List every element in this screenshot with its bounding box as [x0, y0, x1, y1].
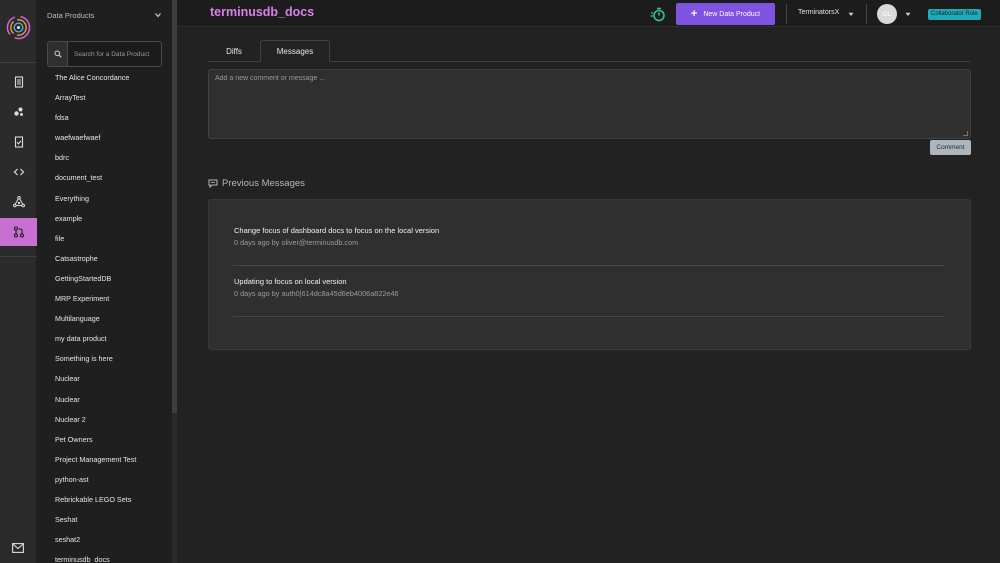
- data-product-list: The Alice Concordance ArrayTest fdsa waefwa…: [55, 72, 170, 563]
- resize-handle-icon[interactable]: [963, 131, 968, 136]
- sidebar-item[interactable]: Catsastrophe: [55, 253, 170, 273]
- chevron-down-icon[interactable]: [154, 11, 162, 19]
- sidebar-item[interactable]: MRP Experiment: [55, 293, 170, 313]
- sidebar-item[interactable]: waefwaefwaef: [55, 132, 170, 152]
- sidebar-item[interactable]: Seshat: [55, 514, 170, 534]
- sidebar-header[interactable]: Data Products: [47, 11, 95, 20]
- comment-button[interactable]: Comment: [930, 140, 971, 155]
- avatar-caret-icon[interactable]: [905, 12, 911, 17]
- code-icon: [13, 168, 24, 176]
- sidebar-item[interactable]: The Alice Concordance: [55, 72, 170, 92]
- data-product-search: [47, 41, 162, 67]
- sidebar-item[interactable]: Something is here: [55, 353, 170, 373]
- sidebar-item[interactable]: file: [55, 233, 170, 253]
- message-title: Updating to focus on local version: [234, 277, 347, 286]
- message-meta: 0 days ago by oliver@terminusdb.com: [234, 238, 359, 247]
- stopwatch-icon[interactable]: [650, 6, 666, 22]
- sidebar-item[interactable]: ArrayTest: [55, 92, 170, 112]
- sidebar-item[interactable]: bdrc: [55, 152, 170, 172]
- role-badge: Collaborator Role: [928, 9, 981, 20]
- rail-divider: [0, 256, 37, 257]
- previous-messages-heading: Previous Messages: [208, 178, 305, 189]
- sidebar-item[interactable]: Rebrickable LEGO Sets: [55, 494, 170, 514]
- topbar-divider: [786, 4, 787, 24]
- tab-messages[interactable]: Messages: [260, 40, 330, 62]
- tab-diffs[interactable]: Diffs: [208, 40, 260, 62]
- new-data-product-button[interactable]: + New Data Product: [676, 3, 775, 25]
- plus-icon: +: [690, 7, 698, 20]
- rail-divider: [0, 62, 37, 63]
- network-icon: [12, 196, 25, 208]
- app-window: Data Products The Alice ConcordanceArray…: [0, 0, 1000, 563]
- team-caret-icon[interactable]: [848, 12, 854, 17]
- sidebar-item[interactable]: Pet Owners: [55, 434, 170, 454]
- sidebar-item[interactable]: my data product: [55, 333, 170, 353]
- rail-item-query[interactable]: [0, 158, 37, 186]
- sidebar-item[interactable]: Project Management Test: [55, 454, 170, 474]
- message-meta: 0 days ago by auth0|614dc8a45d6eb4006a82…: [234, 289, 399, 298]
- rail-item-changes[interactable]: [0, 128, 37, 156]
- messages-card: [208, 199, 971, 350]
- sidebar-item[interactable]: Multilanguage: [55, 313, 170, 333]
- search-input[interactable]: [74, 49, 160, 60]
- page-title: terminusdb_docs: [210, 5, 315, 19]
- sidebar-scrollbar-thumb[interactable]: [172, 0, 177, 413]
- terminusdb-logo-icon[interactable]: [6, 15, 31, 40]
- mail-icon[interactable]: [12, 543, 24, 553]
- sidebar-item[interactable]: Nuclear 2: [55, 414, 170, 434]
- message-title: Change focus of dashboard docs to focus …: [234, 226, 440, 235]
- sidebar-item[interactable]: example: [55, 213, 170, 233]
- comment-textarea[interactable]: [215, 75, 963, 133]
- checklist-icon: [14, 136, 23, 148]
- rail-item-graph[interactable]: [0, 98, 37, 126]
- sidebar-item[interactable]: GettingStartedDB: [55, 273, 170, 293]
- sidebar-item[interactable]: fdsa: [55, 112, 170, 132]
- chat-bubble-icon: [208, 179, 218, 188]
- merge-icon: [13, 226, 24, 238]
- sidebar-item[interactable]: document_test: [55, 172, 170, 192]
- comment-box: [208, 69, 971, 139]
- rail-item-change-requests[interactable]: [0, 218, 37, 246]
- document-icon: [14, 76, 23, 88]
- sidebar-item[interactable]: python-ast: [55, 474, 170, 494]
- sidebar-item[interactable]: Everything: [55, 193, 170, 213]
- sidebar-item[interactable]: Nuclear: [55, 373, 170, 393]
- previous-messages-title: Previous Messages: [222, 178, 305, 189]
- sidebar-item[interactable]: terminusdb_docs: [55, 554, 170, 563]
- sidebar-item[interactable]: Nuclear: [55, 394, 170, 414]
- message-divider: [233, 265, 945, 266]
- search-icon-box: [48, 42, 68, 66]
- icon-rail: [0, 0, 37, 563]
- topbar-divider: [866, 4, 867, 24]
- search-icon: [54, 50, 62, 58]
- message-divider: [233, 316, 945, 317]
- new-data-product-label: New Data Product: [703, 10, 761, 18]
- rail-item-schema[interactable]: [0, 188, 37, 216]
- avatar[interactable]: OL: [877, 4, 897, 24]
- rail-item-documents[interactable]: [0, 68, 37, 96]
- team-selector[interactable]: TerminatorsX: [798, 9, 839, 16]
- graph-nodes-icon: [13, 107, 23, 116]
- sidebar-item[interactable]: seshat2: [55, 534, 170, 554]
